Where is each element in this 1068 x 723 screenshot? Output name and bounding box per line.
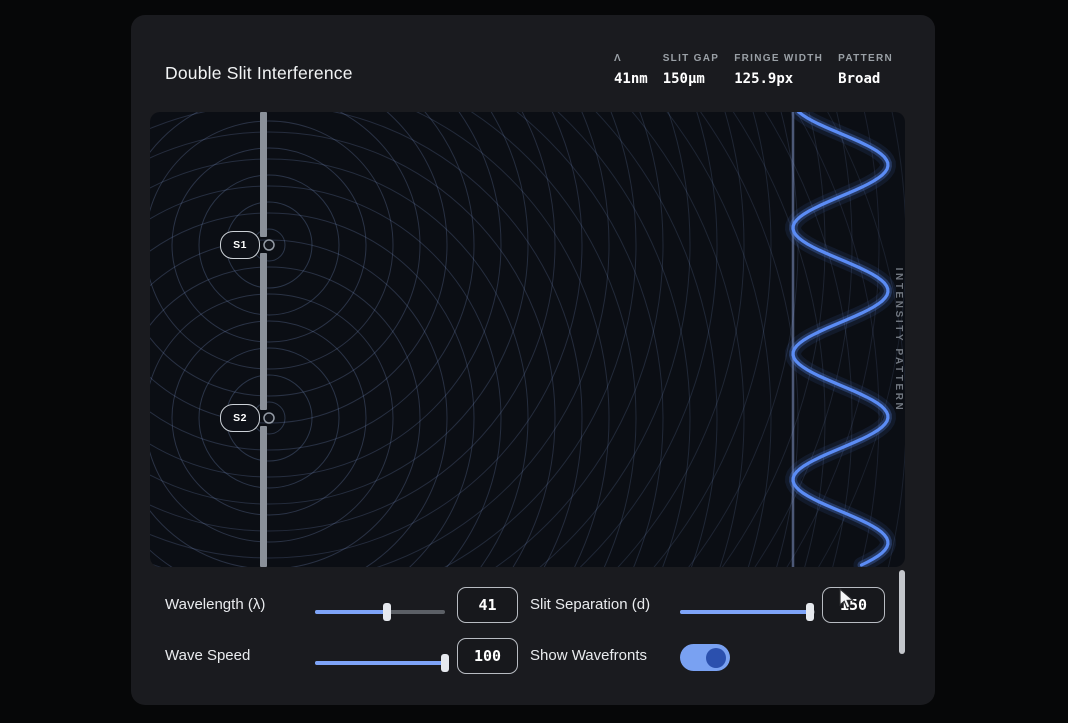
stat-lambda: Λ 41nm [614, 53, 648, 87]
wavelength-slider-fill [315, 610, 387, 614]
intensity-pattern-label: INTENSITY PATTERN [893, 267, 904, 412]
wave-speed-slider-fill [315, 661, 445, 665]
wave-speed-label: Wave Speed [165, 647, 250, 664]
stat-slit-gap-label: SLIT GAP [663, 53, 720, 64]
stat-slit-gap-value: 150μm [663, 71, 705, 87]
wave-canvas-svg [150, 112, 905, 567]
wavelength-value-box[interactable]: 41 [457, 587, 518, 623]
stat-fringe-width-label: FRINGE WIDTH [734, 53, 823, 64]
stat-lambda-value: 41nm [614, 71, 648, 87]
toggle-knob [706, 648, 726, 668]
scrollbar-thumb[interactable] [899, 570, 905, 654]
slit-s1-badge: S1 [220, 231, 260, 259]
slit-s2-badge: S2 [220, 404, 260, 432]
page: Double Slit Interference Λ 41nm SLIT GAP… [0, 0, 1068, 723]
wavelength-slider[interactable] [315, 603, 445, 621]
show-wavefronts-label: Show Wavefronts [530, 647, 647, 664]
stat-pattern-value: Broad [838, 71, 880, 87]
app-card: Double Slit Interference Λ 41nm SLIT GAP… [131, 15, 935, 705]
stat-lambda-label: Λ [614, 53, 622, 64]
stat-fringe-width-value: 125.9px [734, 71, 793, 87]
wave-speed-value-box[interactable]: 100 [457, 638, 518, 674]
show-wavefronts-toggle[interactable] [680, 644, 730, 671]
simulation-canvas: S1 S2 INTENSITY PATTERN [150, 112, 905, 567]
slit-separation-slider-thumb[interactable] [806, 603, 814, 621]
slit-separation-slider-fill [680, 610, 810, 614]
stat-pattern-label: PATTERN [838, 53, 893, 64]
wave-speed-slider[interactable] [315, 654, 445, 672]
wavelength-slider-thumb[interactable] [383, 603, 391, 621]
header-stats: Λ 41nm SLIT GAP 150μm FRINGE WIDTH 125.9… [614, 53, 893, 87]
stat-slit-gap: SLIT GAP 150μm [663, 53, 720, 87]
slit-separation-label: Slit Separation (d) [530, 596, 650, 613]
slit-separation-slider[interactable] [680, 603, 815, 621]
wave-speed-slider-thumb[interactable] [441, 654, 449, 672]
mouse-cursor [838, 588, 858, 612]
stat-pattern: PATTERN Broad [838, 53, 893, 87]
page-title: Double Slit Interference [165, 63, 353, 84]
wavelength-label: Wavelength (λ) [165, 596, 265, 613]
stat-fringe-width: FRINGE WIDTH 125.9px [734, 53, 823, 87]
